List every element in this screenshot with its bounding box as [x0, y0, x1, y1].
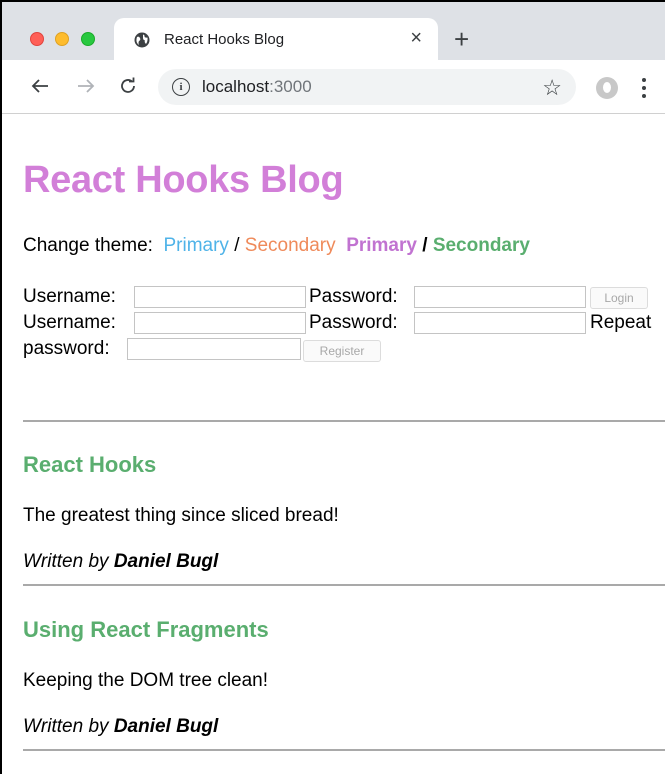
bookmark-star-icon[interactable]: ☆	[542, 75, 562, 101]
arrow-left-icon	[31, 79, 48, 93]
profile-avatar-icon[interactable]	[596, 77, 618, 99]
theme-secondary-light-link[interactable]: Secondary	[245, 235, 336, 256]
register-username-input[interactable]	[134, 312, 306, 334]
address-bar[interactable]: i localhost:3000 ☆	[158, 69, 576, 105]
post-title: React Hooks	[23, 452, 157, 477]
login-username-input[interactable]	[134, 286, 306, 308]
info-icon[interactable]: i	[172, 78, 190, 96]
written-by-label: Written by	[23, 551, 109, 572]
login-password-label: Password:	[309, 286, 398, 307]
post-author: Written by Daniel Bugl	[23, 716, 218, 738]
theme-separator: /	[234, 235, 240, 256]
browser-toolbar: i localhost:3000 ☆	[2, 60, 665, 114]
theme-separator-bold: /	[422, 235, 428, 256]
author-name: Daniel Bugl	[113, 551, 219, 572]
back-button[interactable]	[26, 72, 54, 100]
globe-icon	[134, 32, 150, 48]
login-password-input[interactable]	[414, 286, 586, 308]
browser-window: React Hooks Blog × + i localhost:3000 ☆	[0, 0, 665, 774]
url-text[interactable]: localhost:3000	[202, 77, 312, 97]
tab-react-hooks-blog[interactable]: React Hooks Blog ×	[114, 18, 438, 60]
register-button[interactable]: Register	[303, 340, 381, 362]
post-content: Keeping the DOM tree clean!	[23, 670, 269, 691]
minimize-window-button[interactable]	[55, 32, 69, 46]
divider	[23, 584, 665, 586]
login-username-label: Username:	[23, 286, 116, 307]
divider	[23, 749, 665, 751]
page-title: React Hooks Blog	[23, 159, 344, 201]
written-by-label: Written by	[23, 716, 109, 737]
arrow-right-icon	[78, 79, 95, 93]
divider	[23, 420, 665, 422]
theme-primary-bold-link[interactable]: Primary	[346, 235, 417, 256]
theme-switcher: Change theme: Primary / Secondary Primar…	[23, 235, 530, 257]
maximize-window-button[interactable]	[81, 32, 95, 46]
url-host: localhost	[202, 77, 270, 96]
register-repeat-label-cont: password:	[23, 338, 110, 359]
page-content: React Hooks Blog Change theme: Primary /…	[4, 115, 665, 776]
new-tab-icon[interactable]: +	[454, 26, 469, 52]
tab-strip: React Hooks Blog × +	[2, 2, 665, 60]
close-window-button[interactable]	[30, 32, 44, 46]
post-title: Using React Fragments	[23, 617, 269, 642]
post-content: The greatest thing since sliced bread!	[23, 505, 339, 526]
register-username-label: Username:	[23, 312, 116, 333]
register-password-label: Password:	[309, 312, 398, 333]
menu-dots-icon[interactable]	[642, 78, 646, 98]
theme-primary-light-link[interactable]: Primary	[163, 235, 228, 256]
reload-icon	[121, 77, 135, 93]
tab-title: React Hooks Blog	[164, 31, 285, 48]
post-author: Written by Daniel Bugl	[23, 551, 218, 573]
register-repeat-label: Repeat	[590, 312, 652, 333]
theme-secondary-bold-link[interactable]: Secondary	[433, 235, 530, 256]
author-name: Daniel Bugl	[113, 716, 219, 737]
login-button[interactable]: Login	[590, 287, 648, 309]
close-tab-icon[interactable]: ×	[410, 27, 422, 49]
url-port: :3000	[269, 77, 312, 96]
register-repeat-password-input[interactable]	[127, 338, 301, 360]
theme-label: Change theme:	[23, 235, 153, 256]
forward-button[interactable]	[72, 72, 100, 100]
reload-button[interactable]	[114, 72, 142, 100]
register-password-input[interactable]	[414, 312, 586, 334]
